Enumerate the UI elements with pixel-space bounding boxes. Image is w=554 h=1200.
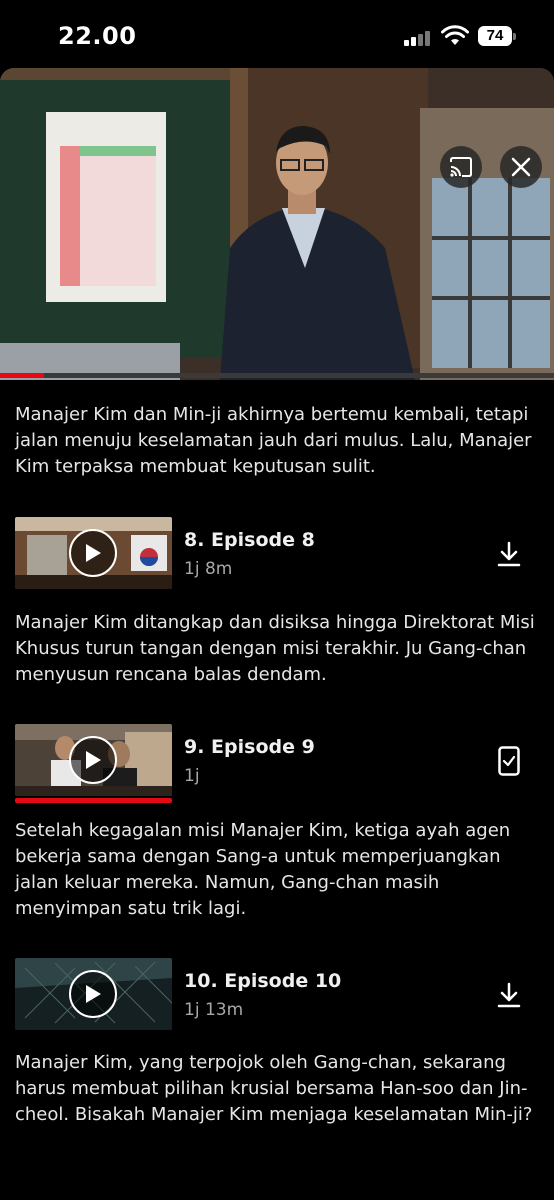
episode-duration: 1j 13m: [184, 1000, 244, 1020]
download-icon: [497, 982, 521, 1008]
video-frame: [0, 68, 554, 380]
episode-duration: 1j 8m: [184, 559, 233, 579]
episode-title: 10. Episode 10: [184, 970, 342, 992]
downloaded-button[interactable]: [492, 744, 526, 778]
episode-row-9[interactable]: 9. Episode 9 1j: [0, 724, 554, 803]
status-bar: 22.00 74: [0, 0, 554, 68]
episode-title: 9. Episode 9: [184, 736, 315, 758]
video-progress-track[interactable]: [0, 373, 554, 378]
download-icon: [497, 541, 521, 567]
episode-8-description: Manajer Kim ditangkap dan disiksa hingga…: [15, 612, 535, 685]
play-icon: [86, 544, 101, 562]
download-button[interactable]: [492, 537, 526, 571]
play-button[interactable]: [69, 970, 117, 1018]
episode-thumbnail[interactable]: [15, 958, 172, 1030]
episode-row-8[interactable]: 8. Episode 8 1j 8m: [0, 517, 554, 593]
clock: 22.00: [58, 22, 137, 50]
play-icon: [86, 985, 101, 1003]
video-player[interactable]: [0, 68, 554, 380]
episode-thumbnail[interactable]: [15, 724, 172, 796]
episode-row-10[interactable]: 10. Episode 10 1j 13m: [0, 958, 554, 1034]
download-button[interactable]: [492, 978, 526, 1012]
video-progress-fill: [0, 373, 45, 378]
episode-9-description: Setelah kegagalan misi Manajer Kim, keti…: [15, 820, 511, 919]
close-button[interactable]: [500, 146, 542, 188]
episode-title: 8. Episode 8: [184, 529, 315, 551]
watched-progress-bar: [15, 798, 172, 803]
downloaded-device-icon: [498, 746, 520, 776]
close-icon: [511, 157, 531, 177]
episode-duration: 1j: [184, 766, 200, 786]
cast-icon: [450, 157, 472, 177]
episode-10-description: Manajer Kim, yang terpojok oleh Gang-cha…: [15, 1052, 533, 1125]
play-icon: [86, 751, 101, 769]
episode-thumbnail[interactable]: [15, 517, 172, 589]
play-button[interactable]: [69, 736, 117, 784]
cellular-signal-icon: [404, 30, 434, 46]
episode-7-description: Manajer Kim dan Min-ji akhirnya bertemu …: [15, 404, 532, 477]
play-button[interactable]: [69, 529, 117, 577]
battery-icon: 74: [478, 26, 516, 46]
battery-level: 74: [478, 26, 512, 46]
wifi-icon: [441, 25, 469, 45]
cast-button[interactable]: [440, 146, 482, 188]
